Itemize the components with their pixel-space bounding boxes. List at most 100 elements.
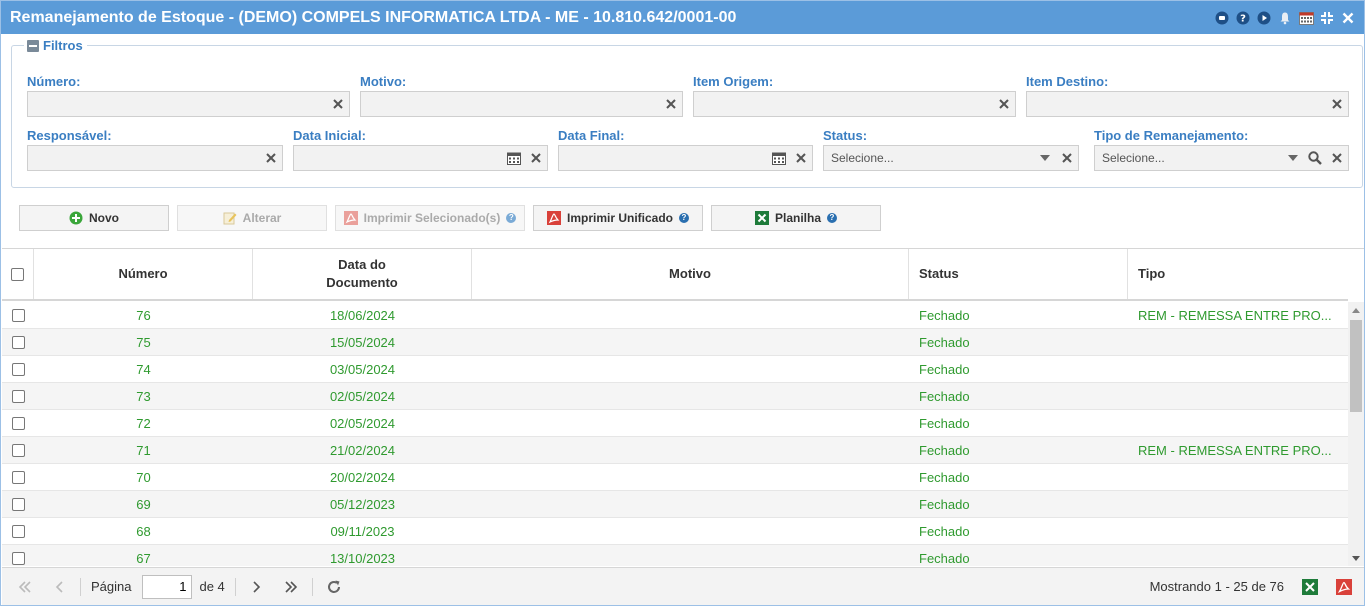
select-all-checkbox[interactable] [11,267,24,281]
pdf-export-icon[interactable] [1336,578,1352,595]
table-row[interactable]: 75 15/05/2024 Fechado [2,329,1348,356]
row-checkbox[interactable] [11,524,25,538]
data-inicial-input[interactable] [294,146,503,170]
chevron-down-icon[interactable] [1034,146,1056,170]
row-checkbox[interactable] [11,308,25,322]
filters-legend[interactable]: Filtros [24,38,87,53]
close-icon[interactable] [1340,10,1356,26]
row-checkbox[interactable] [11,551,25,565]
responsavel-input[interactable] [28,146,260,170]
col-motivo[interactable]: Motivo [472,249,909,299]
search-icon[interactable] [1304,146,1326,170]
item-destino-input[interactable] [1027,92,1326,116]
motivo-input[interactable] [361,92,660,116]
chevron-down-icon[interactable] [1282,146,1304,170]
minimize-window-icon[interactable] [1319,10,1335,26]
select-all-cell [2,249,34,299]
cell-tipo [1128,383,1348,409]
status-select[interactable] [824,146,1034,170]
col-data-documento[interactable]: Data do Documento [253,249,472,299]
responsavel-label: Responsável: [27,128,112,143]
col-status-label: Status [919,266,959,281]
table-row[interactable]: 76 18/06/2024 Fechado REM - REMESSA ENTR… [2,302,1348,329]
row-checkbox[interactable] [11,470,25,484]
data-final-input[interactable] [559,146,768,170]
vertical-scrollbar[interactable] [1348,302,1364,566]
excel-export-icon[interactable] [1302,578,1318,595]
cell-tipo: REM - REMESSA ENTRE PRO... [1138,442,1332,458]
clear-numero-icon[interactable] [327,92,349,116]
row-checkbox[interactable] [11,443,25,457]
scroll-thumb[interactable] [1350,320,1362,412]
help-icon[interactable]: ? [679,213,689,223]
cell-status: Fechado [919,415,970,431]
calendar-picker-icon[interactable] [768,146,790,170]
cell-data: 20/02/2024 [329,469,396,485]
help-icon[interactable]: ? [827,213,837,223]
clear-item-origem-icon[interactable] [993,92,1015,116]
scroll-down-icon[interactable] [1348,550,1364,566]
alterar-button[interactable]: Alterar [177,205,327,231]
table-row[interactable]: 67 13/10/2023 Fechado [2,545,1348,566]
data-final-label: Data Final: [558,128,625,143]
last-page-icon[interactable] [280,576,302,598]
calendar-icon[interactable] [1298,10,1314,26]
table-row[interactable]: 72 02/05/2024 Fechado [2,410,1348,437]
row-checkbox[interactable] [11,497,25,511]
collapse-icon[interactable] [27,39,39,52]
imprimir-selecionados-button[interactable]: Imprimir Selecionado(s) ? [335,205,525,231]
title-bar-icons: ? [1214,10,1356,26]
table-row[interactable]: 69 05/12/2023 Fechado [2,491,1348,518]
col-tipo[interactable]: Tipo [1128,249,1348,299]
first-page-icon[interactable] [14,576,36,598]
item-origem-input[interactable] [694,92,993,116]
clear-data-inicial-icon[interactable] [525,146,547,170]
cell-data: 02/05/2024 [329,388,396,404]
svg-text:?: ? [1240,13,1246,24]
filters-legend-label: Filtros [43,38,83,53]
numero-input[interactable] [28,92,327,116]
refresh-icon[interactable] [323,576,345,598]
col-status[interactable]: Status [909,249,1128,299]
row-checkbox[interactable] [11,416,25,430]
table-row[interactable]: 73 02/05/2024 Fechado [2,383,1348,410]
table-row[interactable]: 68 09/11/2023 Fechado [2,518,1348,545]
imprimir-unificado-button[interactable]: Imprimir Unificado ? [533,205,703,231]
cell-status: Fechado [919,442,970,458]
row-checkbox[interactable] [11,335,25,349]
planilha-button[interactable]: Planilha ? [711,205,881,231]
bell-icon[interactable] [1277,10,1293,26]
tipo-remanejamento-select[interactable] [1095,146,1282,170]
clear-data-final-icon[interactable] [790,146,812,170]
table-row[interactable]: 74 03/05/2024 Fechado [2,356,1348,383]
clear-status-icon[interactable] [1056,146,1078,170]
data-final-filter: Data Final: [558,128,813,171]
scroll-up-icon[interactable] [1348,302,1364,318]
table-row[interactable]: 71 21/02/2024 Fechado REM - REMESSA ENTR… [2,437,1348,464]
row-checkbox[interactable] [11,389,25,403]
cell-data: 05/12/2023 [329,496,396,512]
clear-responsavel-icon[interactable] [260,146,282,170]
row-checkbox[interactable] [11,362,25,376]
prev-page-icon[interactable] [48,576,70,598]
table-row[interactable]: 70 20/02/2024 Fechado [2,464,1348,491]
cell-motivo [472,518,909,544]
imprimir-unificado-label: Imprimir Unificado [566,211,673,225]
calendar-picker-icon[interactable] [503,146,525,170]
cell-data: 21/02/2024 [329,442,396,458]
chat-icon[interactable] [1214,10,1230,26]
page-number-input[interactable] [142,574,193,599]
col-numero[interactable]: Número [34,249,253,299]
novo-button[interactable]: Novo [19,205,169,231]
play-video-icon[interactable] [1256,10,1272,26]
help-icon[interactable]: ? [506,213,517,223]
next-page-icon[interactable] [246,576,268,598]
clear-tipo-icon[interactable] [1326,146,1348,170]
help-icon[interactable]: ? [1235,10,1251,26]
clear-motivo-icon[interactable] [660,92,682,116]
row-select-cell [2,410,34,436]
clear-item-destino-icon[interactable] [1326,92,1348,116]
col-data-line2: Documento [326,275,398,290]
excel-icon [754,211,769,225]
item-destino-filter: Item Destino: [1026,74,1349,117]
